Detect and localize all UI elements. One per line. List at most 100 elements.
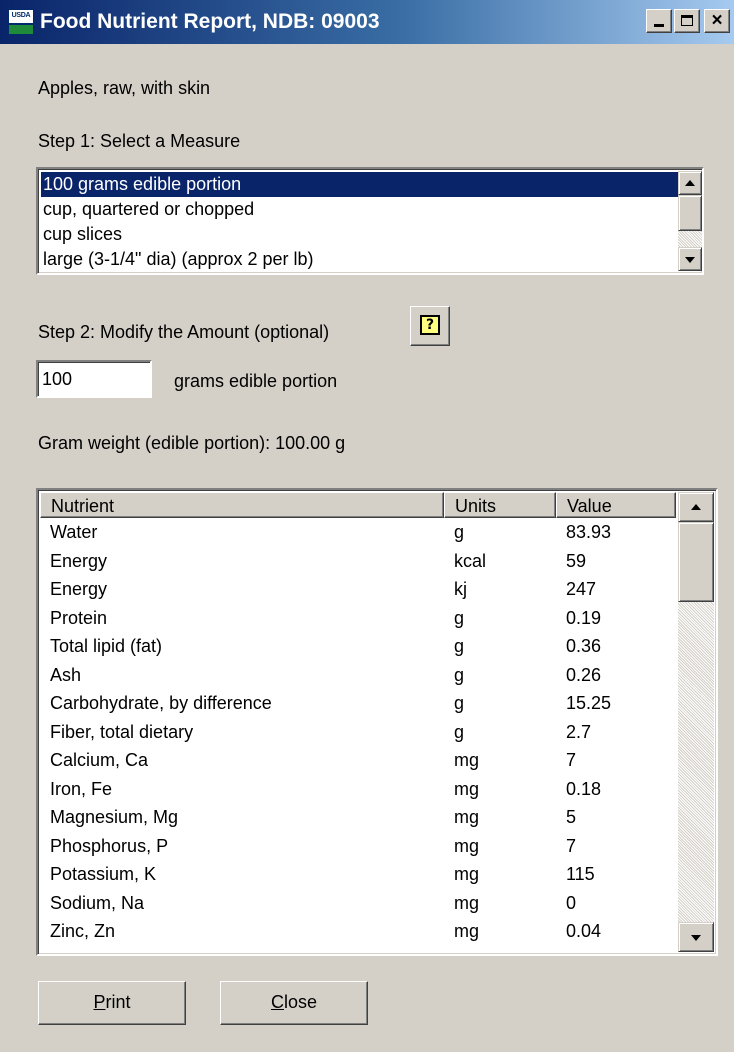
print-button[interactable]: Print xyxy=(38,981,186,1025)
window-title: Food Nutrient Report, NDB: 09003 xyxy=(40,10,380,33)
cell-nutrient: Potassium, K xyxy=(50,864,157,884)
cell-value: 7 xyxy=(566,835,577,856)
cell-value: 0.04 xyxy=(566,921,602,941)
cell-nutrient: Carbohydrate, by difference xyxy=(50,693,272,713)
help-icon: ? xyxy=(420,315,440,335)
table-row[interactable]: Water g 83.93 xyxy=(40,520,676,544)
food-name: Apples, raw, with skin xyxy=(38,78,211,98)
nutrient-scroll-down-button[interactable] xyxy=(678,922,714,952)
cell-nutrient: Water xyxy=(50,522,98,542)
table-row[interactable]: Sodium, Na mg 0 xyxy=(40,891,676,915)
cell-units: g xyxy=(454,636,465,656)
close-icon: × xyxy=(711,10,723,31)
close-window-button[interactable]: × xyxy=(704,9,730,33)
column-header-units[interactable]: Units xyxy=(444,492,556,518)
maximize-icon xyxy=(681,15,693,26)
cell-units: mg xyxy=(454,778,480,799)
cell-value: 115 xyxy=(566,864,595,884)
cell-units: kj xyxy=(454,579,467,599)
cell-nutrient: Zinc, Zn xyxy=(50,921,116,941)
title-bar: USDA Food Nutrient Report, NDB: 09003 × xyxy=(0,0,734,44)
cell-nutrient: Fiber, total dietary xyxy=(50,721,194,742)
table-row[interactable]: Fiber, total dietary g 2.7 xyxy=(40,720,676,744)
close-label: lose xyxy=(283,992,318,1012)
scroll-up-arrow-icon xyxy=(691,504,701,510)
cell-nutrient: Ash xyxy=(50,664,82,685)
close-button[interactable]: Close xyxy=(220,981,368,1025)
cell-units: mg xyxy=(454,864,480,884)
column-header-value[interactable]: Value xyxy=(556,492,676,518)
table-row[interactable]: Calcium, Ca mg 7 xyxy=(40,748,676,772)
table-row[interactable]: Zinc, Zn mg 0.04 xyxy=(40,919,676,943)
nutrient-scroll-up-button[interactable] xyxy=(678,492,714,522)
table-row[interactable]: Phosphorus, P mg 7 xyxy=(40,834,676,858)
nutrient-table[interactable]: Nutrient Units Value Water g 83.93 Energy kc… xyxy=(36,488,718,956)
help-button[interactable]: ? xyxy=(410,306,450,346)
cell-value: 0 xyxy=(566,892,577,913)
cell-nutrient: Iron, Fe xyxy=(50,778,113,799)
measure-scrollbar[interactable] xyxy=(678,171,702,271)
table-row[interactable]: Total lipid (fat) g 0.36 xyxy=(40,634,676,658)
column-header-nutrient[interactable]: Nutrient xyxy=(40,492,444,518)
measure-scroll-down-button[interactable] xyxy=(678,247,702,271)
measure-option-cup-slices[interactable]: cup slices xyxy=(41,222,679,247)
gram-weight-label: Gram weight (edible portion): 100.00 g xyxy=(38,433,346,453)
cell-units: mg xyxy=(454,750,480,770)
cell-value: 83.93 xyxy=(566,522,612,542)
cell-nutrient: Sodium, Na xyxy=(50,892,145,913)
cell-units: mg xyxy=(454,892,480,913)
cell-units: mg xyxy=(454,921,480,941)
cell-value: 59 xyxy=(566,550,587,571)
scroll-down-arrow-icon xyxy=(685,257,695,263)
cell-value: 247 xyxy=(566,579,597,599)
minimize-icon xyxy=(654,24,664,27)
measure-scroll-thumb[interactable] xyxy=(678,195,702,231)
cell-units: g xyxy=(454,721,465,742)
maximize-button[interactable] xyxy=(674,9,700,33)
measure-option-100g[interactable]: 100 grams edible portion xyxy=(41,172,679,197)
amount-unit-label: grams edible portion xyxy=(174,371,338,391)
cell-value: 0.19 xyxy=(566,607,602,628)
table-row[interactable]: Carbohydrate, by difference g 15.25 xyxy=(40,691,676,715)
usda-icon-text: USDA xyxy=(11,12,31,19)
cell-value: 0.36 xyxy=(566,636,602,656)
cell-units: mg xyxy=(454,835,480,856)
nutrient-scrollbar[interactable] xyxy=(678,492,714,952)
table-row[interactable]: Iron, Fe mg 0.18 xyxy=(40,777,676,801)
scroll-up-arrow-icon xyxy=(685,180,695,186)
measure-scroll-up-button[interactable] xyxy=(678,171,702,195)
usda-icon[interactable]: USDA xyxy=(8,9,34,35)
measure-option-large[interactable]: large (3-1/4" dia) (approx 2 per lb) xyxy=(41,247,679,272)
table-row[interactable]: Ash g 0.26 xyxy=(40,663,676,687)
cell-value: 0.26 xyxy=(566,664,602,685)
table-row[interactable]: Potassium, K mg 115 xyxy=(40,862,676,886)
table-row[interactable]: Energy kj 247 xyxy=(40,577,676,601)
measure-listbox[interactable]: 100 grams edible portion cup, quartered … xyxy=(36,167,704,275)
measure-option-cup-quartered[interactable]: cup, quartered or chopped xyxy=(41,197,679,222)
cell-nutrient: Energy xyxy=(50,550,108,571)
cell-value: 2.7 xyxy=(566,721,592,742)
cell-units: g xyxy=(454,607,465,628)
cell-value: 5 xyxy=(566,807,577,827)
cell-units: g xyxy=(454,693,465,713)
step2-label: Step 2: Modify the Amount (optional) xyxy=(38,322,330,342)
step1-label: Step 1: Select a Measure xyxy=(38,131,241,151)
minimize-button[interactable] xyxy=(646,9,672,33)
table-row[interactable]: Protein g 0.19 xyxy=(40,606,676,630)
cell-units: g xyxy=(454,664,465,685)
cell-nutrient: Protein xyxy=(50,607,108,628)
print-label: rint xyxy=(105,992,131,1012)
scroll-down-arrow-icon xyxy=(691,935,701,941)
cell-value: 0.18 xyxy=(566,778,602,799)
table-row[interactable]: Magnesium, Mg mg 5 xyxy=(40,805,676,829)
cell-nutrient: Total lipid (fat) xyxy=(50,636,163,656)
table-row[interactable]: Energy kcal 59 xyxy=(40,549,676,573)
amount-input[interactable] xyxy=(36,360,152,398)
cell-units: mg xyxy=(454,807,480,827)
cell-units: g xyxy=(454,522,465,542)
cell-nutrient: Phosphorus, P xyxy=(50,835,169,856)
close-accel: C xyxy=(270,992,284,1012)
nutrient-scroll-thumb[interactable] xyxy=(678,522,714,602)
cell-nutrient: Calcium, Ca xyxy=(50,750,149,770)
print-accel: P xyxy=(93,992,106,1012)
